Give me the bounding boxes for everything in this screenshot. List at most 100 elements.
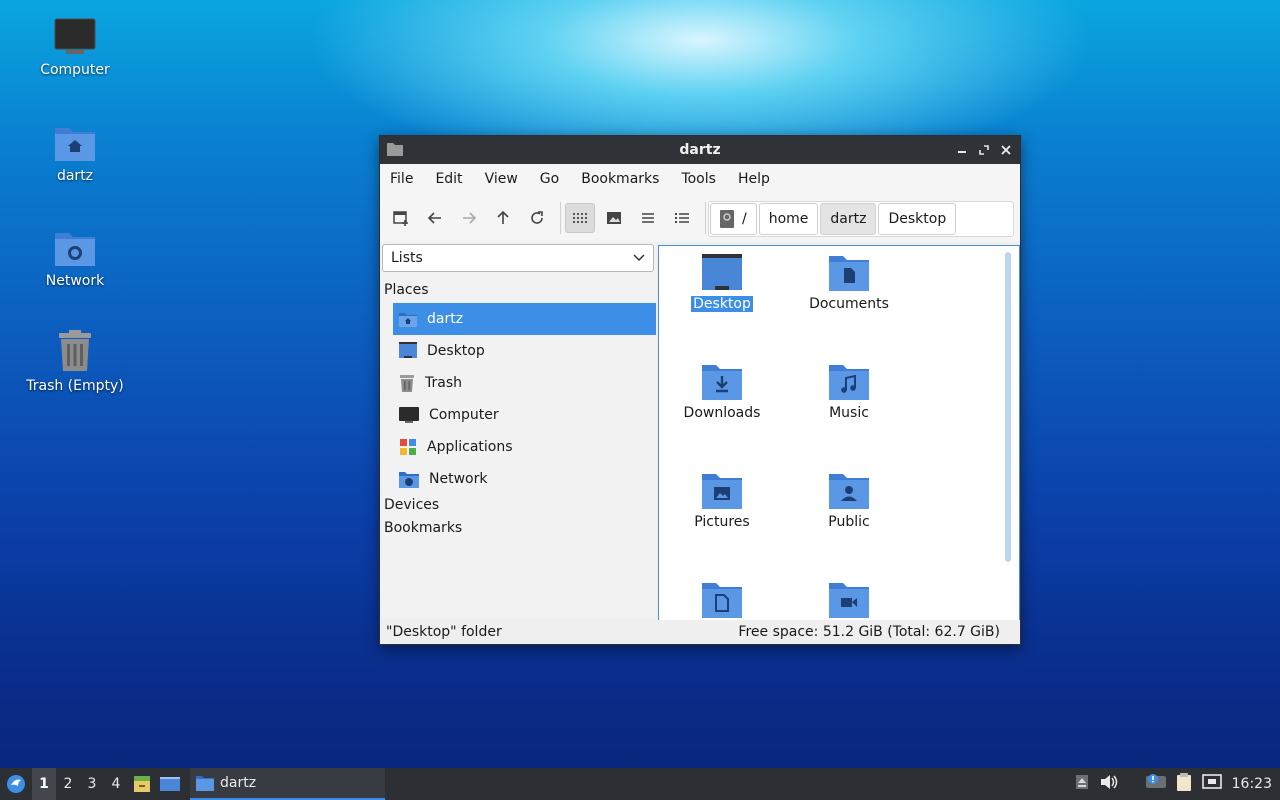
new-tab-button[interactable] bbox=[386, 203, 416, 233]
sidebar-item-desktop[interactable]: Desktop bbox=[393, 335, 656, 367]
bookmarks-header[interactable]: Bookmarks bbox=[384, 520, 462, 536]
desktop-folder-icon bbox=[702, 254, 742, 290]
menu-tools[interactable]: Tools bbox=[681, 167, 726, 191]
file-item-label: Music bbox=[829, 405, 869, 421]
tray-expand-button[interactable] bbox=[1074, 774, 1090, 794]
file-item-pictures[interactable]: Pictures bbox=[662, 470, 782, 530]
sidebar-item-applications[interactable]: Applications bbox=[393, 431, 656, 463]
forward-button[interactable] bbox=[454, 203, 484, 233]
file-item-documents[interactable]: Documents bbox=[789, 252, 909, 312]
menu-file[interactable]: File bbox=[390, 167, 423, 191]
devices-header[interactable]: Devices bbox=[384, 497, 439, 513]
compact-view-button[interactable] bbox=[633, 203, 663, 233]
workspace-1[interactable]: 1 bbox=[32, 768, 56, 800]
path-crumb-home[interactable]: home bbox=[758, 203, 819, 235]
sidebar-item-computer[interactable]: Computer bbox=[393, 399, 656, 431]
computer-icon bbox=[54, 18, 96, 54]
file-item-music[interactable]: Music bbox=[789, 361, 909, 421]
clipboard-button[interactable] bbox=[1176, 773, 1192, 795]
volume-button[interactable] bbox=[1100, 774, 1118, 794]
desktop-folder-icon bbox=[399, 342, 417, 358]
file-item-videos[interactable] bbox=[789, 579, 909, 621]
documents-folder-icon bbox=[829, 256, 869, 291]
back-button[interactable] bbox=[420, 203, 450, 233]
sidebar-mode-value: Lists bbox=[391, 250, 423, 266]
sidebar-item-label: dartz bbox=[427, 311, 464, 327]
home-folder-icon bbox=[55, 128, 95, 161]
sidebar-item-trash[interactable]: Trash bbox=[393, 367, 656, 399]
path-crumb-label: / bbox=[742, 211, 747, 227]
file-item-label: Pictures bbox=[694, 514, 750, 530]
path-crumb-desktop[interactable]: Desktop bbox=[878, 203, 957, 235]
desktop-icon-trash[interactable]: Trash (Empty) bbox=[10, 330, 140, 394]
toolbar-separator bbox=[705, 202, 706, 234]
menu-bookmarks[interactable]: Bookmarks bbox=[581, 167, 669, 191]
sidebar-item-label: Network bbox=[429, 471, 488, 487]
path-crumb-label: home bbox=[768, 211, 809, 227]
arrow-right-icon bbox=[463, 212, 477, 224]
menu-help[interactable]: Help bbox=[738, 167, 780, 191]
sidebar-item-label: Applications bbox=[427, 439, 513, 455]
eject-icon bbox=[1075, 775, 1088, 789]
network-status-button[interactable] bbox=[1201, 773, 1222, 795]
close-icon bbox=[1001, 145, 1011, 155]
clipboard-icon bbox=[1176, 773, 1191, 791]
thumbnail-view-button[interactable] bbox=[599, 203, 629, 233]
window-titlebar[interactable]: dartz bbox=[380, 136, 1020, 164]
notification-button[interactable] bbox=[1145, 773, 1166, 795]
menu-go[interactable]: Go bbox=[540, 167, 569, 191]
task-button-dartz[interactable]: dartz bbox=[190, 768, 385, 800]
network-folder-icon bbox=[55, 233, 95, 266]
file-item-downloads[interactable]: Downloads bbox=[662, 361, 782, 421]
maximize-icon bbox=[979, 145, 989, 155]
workspace-3[interactable]: 3 bbox=[80, 768, 104, 800]
icon-view-button[interactable] bbox=[565, 203, 595, 233]
sidebar-item-dartz[interactable]: dartz bbox=[393, 303, 656, 335]
up-button[interactable] bbox=[488, 203, 518, 233]
status-free-space: Free space: 51.2 GiB (Total: 62.7 GiB) bbox=[738, 624, 1000, 640]
file-item-templates[interactable] bbox=[662, 579, 782, 621]
sidebar-item-label: Trash bbox=[425, 375, 462, 391]
desktop-icon-network[interactable]: Network bbox=[10, 227, 140, 289]
workspace-4[interactable]: 4 bbox=[104, 768, 128, 800]
maximize-button[interactable] bbox=[976, 142, 992, 158]
minimize-button[interactable] bbox=[954, 142, 970, 158]
workspace-2[interactable]: 2 bbox=[56, 768, 80, 800]
trash-icon bbox=[59, 330, 91, 371]
file-view[interactable]: Desktop Documents Downloads Music Pictur… bbox=[658, 245, 1020, 622]
quicklaunch-filemanager[interactable] bbox=[128, 775, 156, 793]
desktop-icon-label: Trash (Empty) bbox=[26, 378, 124, 394]
quicklaunch-desktop[interactable] bbox=[156, 775, 184, 793]
sidebar-mode-select[interactable]: Lists bbox=[382, 244, 654, 272]
path-crumb-root[interactable]: / bbox=[710, 203, 757, 235]
path-bar: / home dartz Desktop bbox=[708, 201, 1014, 237]
taskbar: 1 2 3 4 dartz 16:23 bbox=[0, 768, 1280, 800]
desktop-icon-home[interactable]: dartz bbox=[10, 122, 140, 184]
places-header: Places bbox=[384, 282, 429, 298]
system-tray: 16:23 bbox=[1074, 768, 1280, 800]
menu-edit[interactable]: Edit bbox=[435, 167, 472, 191]
start-menu-button[interactable] bbox=[0, 768, 32, 800]
path-crumb-label: Desktop bbox=[888, 211, 947, 227]
vertical-scrollbar[interactable] bbox=[1005, 252, 1011, 562]
detail-view-button[interactable] bbox=[667, 203, 697, 233]
network-wired-icon bbox=[1201, 774, 1222, 789]
list-icon bbox=[642, 213, 654, 223]
videos-folder-icon bbox=[829, 583, 869, 618]
sidebar: Lists Places dartz Desktop Trash Compute… bbox=[381, 243, 656, 618]
desktop-icon-computer[interactable]: Computer bbox=[10, 18, 140, 78]
desktop-icon-label: dartz bbox=[56, 168, 94, 184]
clock[interactable]: 16:23 bbox=[1232, 776, 1272, 792]
detail-list-icon bbox=[675, 213, 689, 223]
path-crumb-dartz[interactable]: dartz bbox=[820, 203, 877, 235]
sidebar-item-network[interactable]: Network bbox=[393, 463, 656, 495]
close-button[interactable] bbox=[998, 142, 1014, 158]
menu-view[interactable]: View bbox=[485, 167, 528, 191]
file-cabinet-icon bbox=[134, 776, 150, 792]
applications-icon bbox=[400, 439, 416, 455]
file-item-public[interactable]: Public bbox=[789, 470, 909, 530]
home-folder-icon bbox=[399, 313, 417, 327]
arrow-left-icon bbox=[427, 212, 441, 224]
reload-button[interactable] bbox=[522, 203, 552, 233]
file-item-desktop[interactable]: Desktop bbox=[662, 252, 782, 312]
